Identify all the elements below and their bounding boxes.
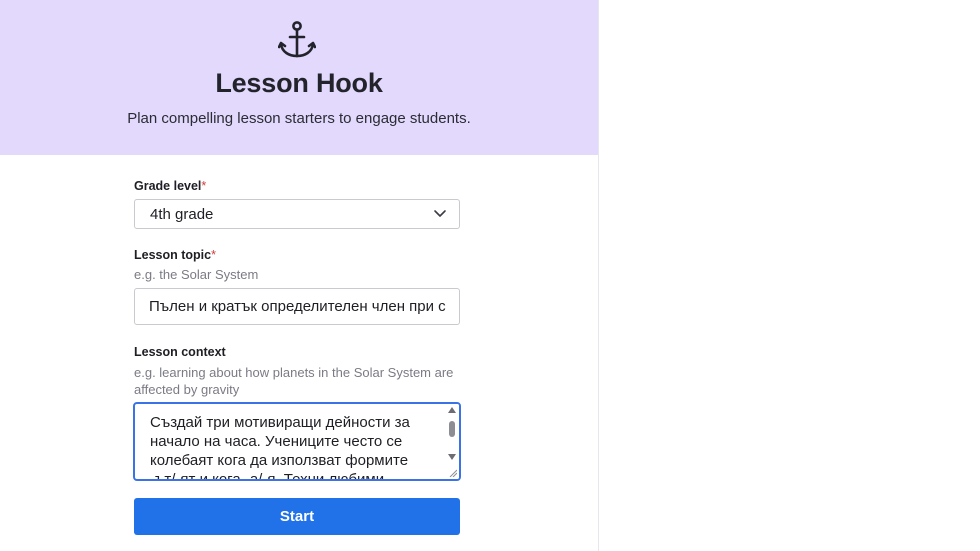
lesson-topic-hint: e.g. the Solar System — [134, 267, 259, 282]
chevron-down-icon — [434, 210, 446, 217]
scroll-down-arrow-icon[interactable] — [448, 454, 456, 460]
lesson-context-value: Създай три мотивиращи дейности за начало… — [150, 414, 410, 481]
anchor-icon — [278, 21, 316, 58]
panel-divider — [598, 0, 599, 551]
lesson-topic-value: Пълен и кратък определителен член при с — [149, 298, 446, 315]
resize-handle-icon[interactable] — [449, 469, 457, 477]
grade-level-select[interactable]: 4th grade — [134, 199, 460, 229]
grade-level-label: Grade level* — [134, 179, 206, 193]
scroll-thumb[interactable] — [449, 421, 455, 437]
lesson-topic-input[interactable]: Пълен и кратък определителен член при с — [134, 288, 460, 325]
start-button[interactable]: Start — [134, 498, 460, 535]
lesson-topic-label-text: Lesson topic — [134, 248, 212, 262]
grade-level-label-text: Grade level — [134, 179, 202, 193]
lesson-context-label: Lesson context — [134, 345, 226, 359]
hero-header: Lesson Hook Plan compelling lesson start… — [0, 0, 598, 155]
page-subtitle: Plan compelling lesson starters to engag… — [127, 110, 471, 127]
lesson-topic-label: Lesson topic* — [134, 248, 216, 262]
required-asterisk: * — [201, 179, 207, 193]
scroll-up-arrow-icon[interactable] — [448, 407, 456, 413]
lesson-hook-panel: Lesson Hook Plan compelling lesson start… — [0, 0, 598, 551]
grade-level-value: 4th grade — [150, 206, 214, 223]
lesson-context-hint: e.g. learning about how planets in the S… — [134, 365, 454, 397]
page-title: Lesson Hook — [215, 68, 383, 98]
required-asterisk: * — [211, 248, 216, 262]
lesson-context-textarea[interactable]: Създай три мотивиращи дейности за начало… — [133, 402, 461, 481]
textarea-scrollbar[interactable] — [445, 404, 459, 479]
